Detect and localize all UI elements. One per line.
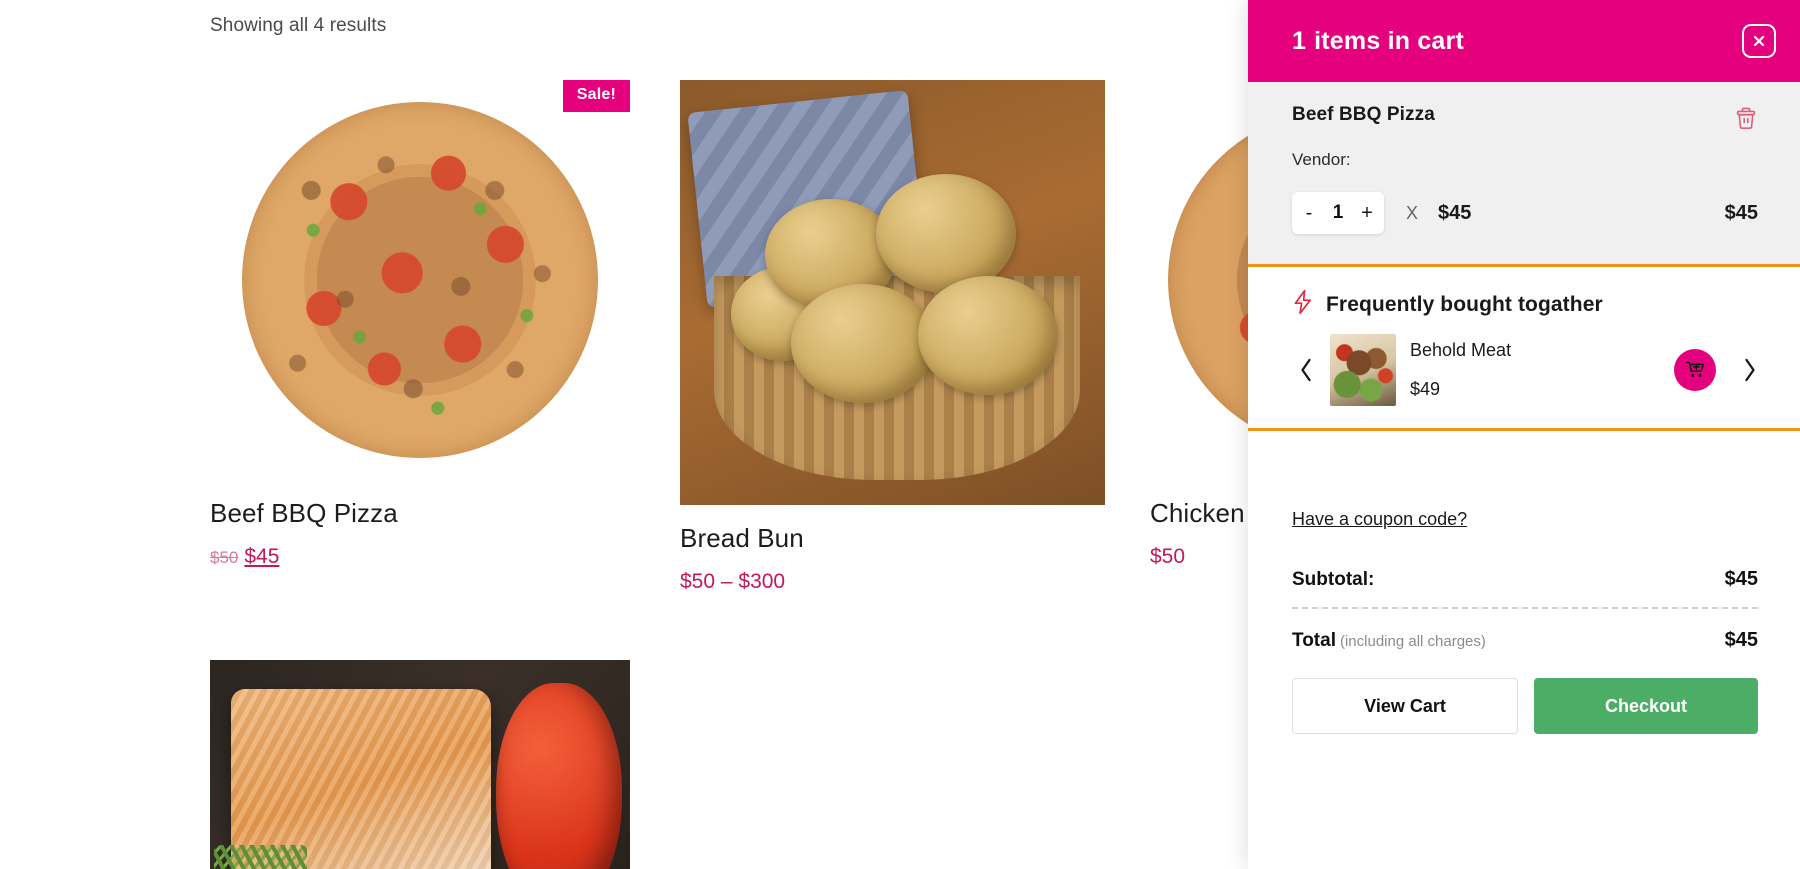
checkout-button[interactable]: Checkout [1534, 678, 1758, 734]
remove-item-button[interactable] [1734, 106, 1758, 131]
quantity-increment-button[interactable]: + [1354, 193, 1380, 233]
totals-divider [1292, 607, 1758, 609]
product-card[interactable]: Sale! Beef BBQ Pizza $50 $45 [210, 80, 630, 569]
cart-item-quantity-row: - 1 + X $45 $45 [1292, 192, 1758, 234]
subtotal-label: Subtotal: [1292, 569, 1375, 590]
trash-basket-icon [1734, 107, 1758, 134]
product-title[interactable]: Beef BBQ Pizza [210, 498, 630, 529]
product-thumbnail-wrap[interactable]: Sale! [210, 80, 630, 480]
coupon-code-link[interactable]: Have a coupon code? [1292, 509, 1467, 530]
suggested-product-name[interactable]: Behold Meat [1410, 340, 1674, 361]
quantity-decrement-button[interactable]: - [1296, 193, 1322, 233]
pizza-graphic [1168, 110, 1248, 450]
product-listing-area: Showing all 4 results Sale! Beef BBQ Piz… [0, 0, 1248, 869]
bread-bun-image[interactable] [680, 80, 1105, 505]
product-thumbnail-wrap[interactable] [680, 80, 1105, 505]
frequently-bought-header: Frequently bought togather [1292, 289, 1764, 320]
product-price: $50 [1150, 545, 1248, 569]
pizza-graphic [242, 102, 598, 458]
close-icon [1751, 33, 1767, 49]
cart-item-unit-price: $45 [1438, 201, 1472, 224]
cart-line-item-top: Beef BBQ Pizza [1292, 104, 1758, 131]
cart-footer: Have a coupon code? Subtotal: $45 Total(… [1248, 431, 1800, 869]
frequently-bought-together-section: Frequently bought togather Behold Meat $… [1248, 267, 1800, 428]
quantity-value[interactable]: 1 [1327, 202, 1349, 224]
total-value: $45 [1724, 629, 1758, 651]
product-price-value: $50 [1150, 545, 1186, 568]
lightning-bolt-icon [1292, 289, 1314, 320]
frequently-bought-title: Frequently bought togather [1326, 292, 1603, 316]
total-label: Total (including all charges) [1292, 630, 1486, 652]
suggested-product-price: $49 [1410, 379, 1441, 399]
close-cart-button[interactable] [1742, 24, 1776, 58]
total-row: Total (including all charges) $45 [1292, 629, 1758, 652]
cart-action-buttons: View Cart Checkout [1292, 678, 1758, 734]
frequently-bought-carousel: Behold Meat $49 [1292, 334, 1764, 406]
product-title[interactable]: Chicken [1150, 498, 1248, 529]
product-title[interactable]: Bread Bun [680, 523, 1105, 554]
view-cart-button[interactable]: View Cart [1292, 678, 1518, 734]
results-count: Showing all 4 results [210, 15, 387, 36]
product-card[interactable]: Chicken $50 [1150, 80, 1248, 569]
cart-title-label: items in cart [1314, 26, 1464, 55]
product-price: $50 $45 [210, 545, 630, 569]
cart-sidebar: 1 items in cart Beef BBQ Pizza Vendor: -… [1248, 0, 1800, 869]
cart-item-vendor: Vendor: [1292, 150, 1758, 170]
multiply-symbol: X [1406, 202, 1419, 223]
subtotal-value: $45 [1724, 568, 1758, 590]
pizza-image[interactable] [210, 80, 630, 480]
suggested-product-thumbnail[interactable] [1330, 334, 1396, 406]
product-old-price: $50 [210, 548, 239, 567]
cart-line-item: Beef BBQ Pizza Vendor: - 1 + X $45 $45 [1248, 82, 1800, 264]
add-suggested-to-cart-button[interactable] [1674, 349, 1716, 391]
suggested-product-info: Behold Meat $49 [1410, 340, 1674, 400]
cart-item-name[interactable]: Beef BBQ Pizza [1292, 104, 1435, 126]
cart-item-count: 1 [1292, 26, 1307, 55]
product-price-range: $50 – $300 [680, 570, 786, 593]
cart-title: 1 items in cart [1292, 27, 1464, 56]
cart-item-line-total: $45 [1724, 201, 1758, 224]
carousel-next-button[interactable] [1736, 357, 1764, 383]
total-note: (including all charges) [1339, 633, 1486, 650]
product-price: $50 – $300 [680, 570, 1105, 594]
product-thumbnail-wrap[interactable] [1150, 80, 1248, 480]
carousel-prev-button[interactable] [1292, 357, 1320, 383]
bread-bun-graphic [680, 80, 1105, 505]
cart-plus-icon [1685, 359, 1705, 382]
chicken-pizza-image[interactable] [1150, 80, 1248, 480]
chevron-left-icon [1298, 358, 1314, 386]
vendor-label: Vendor: [1292, 150, 1351, 169]
total-label-text: Total [1292, 630, 1336, 651]
product-card[interactable] [210, 660, 630, 869]
salmon-image[interactable] [210, 660, 630, 869]
product-sale-price: $45 [244, 545, 280, 568]
subtotal-row: Subtotal: $45 [1292, 568, 1758, 591]
sale-badge: Sale! [562, 80, 630, 112]
quantity-stepper[interactable]: - 1 + [1292, 192, 1384, 234]
chevron-right-icon [1742, 358, 1758, 386]
cart-header: 1 items in cart [1248, 0, 1800, 82]
product-card[interactable]: Bread Bun $50 – $300 [680, 80, 1105, 594]
product-thumbnail-wrap[interactable] [210, 660, 630, 869]
